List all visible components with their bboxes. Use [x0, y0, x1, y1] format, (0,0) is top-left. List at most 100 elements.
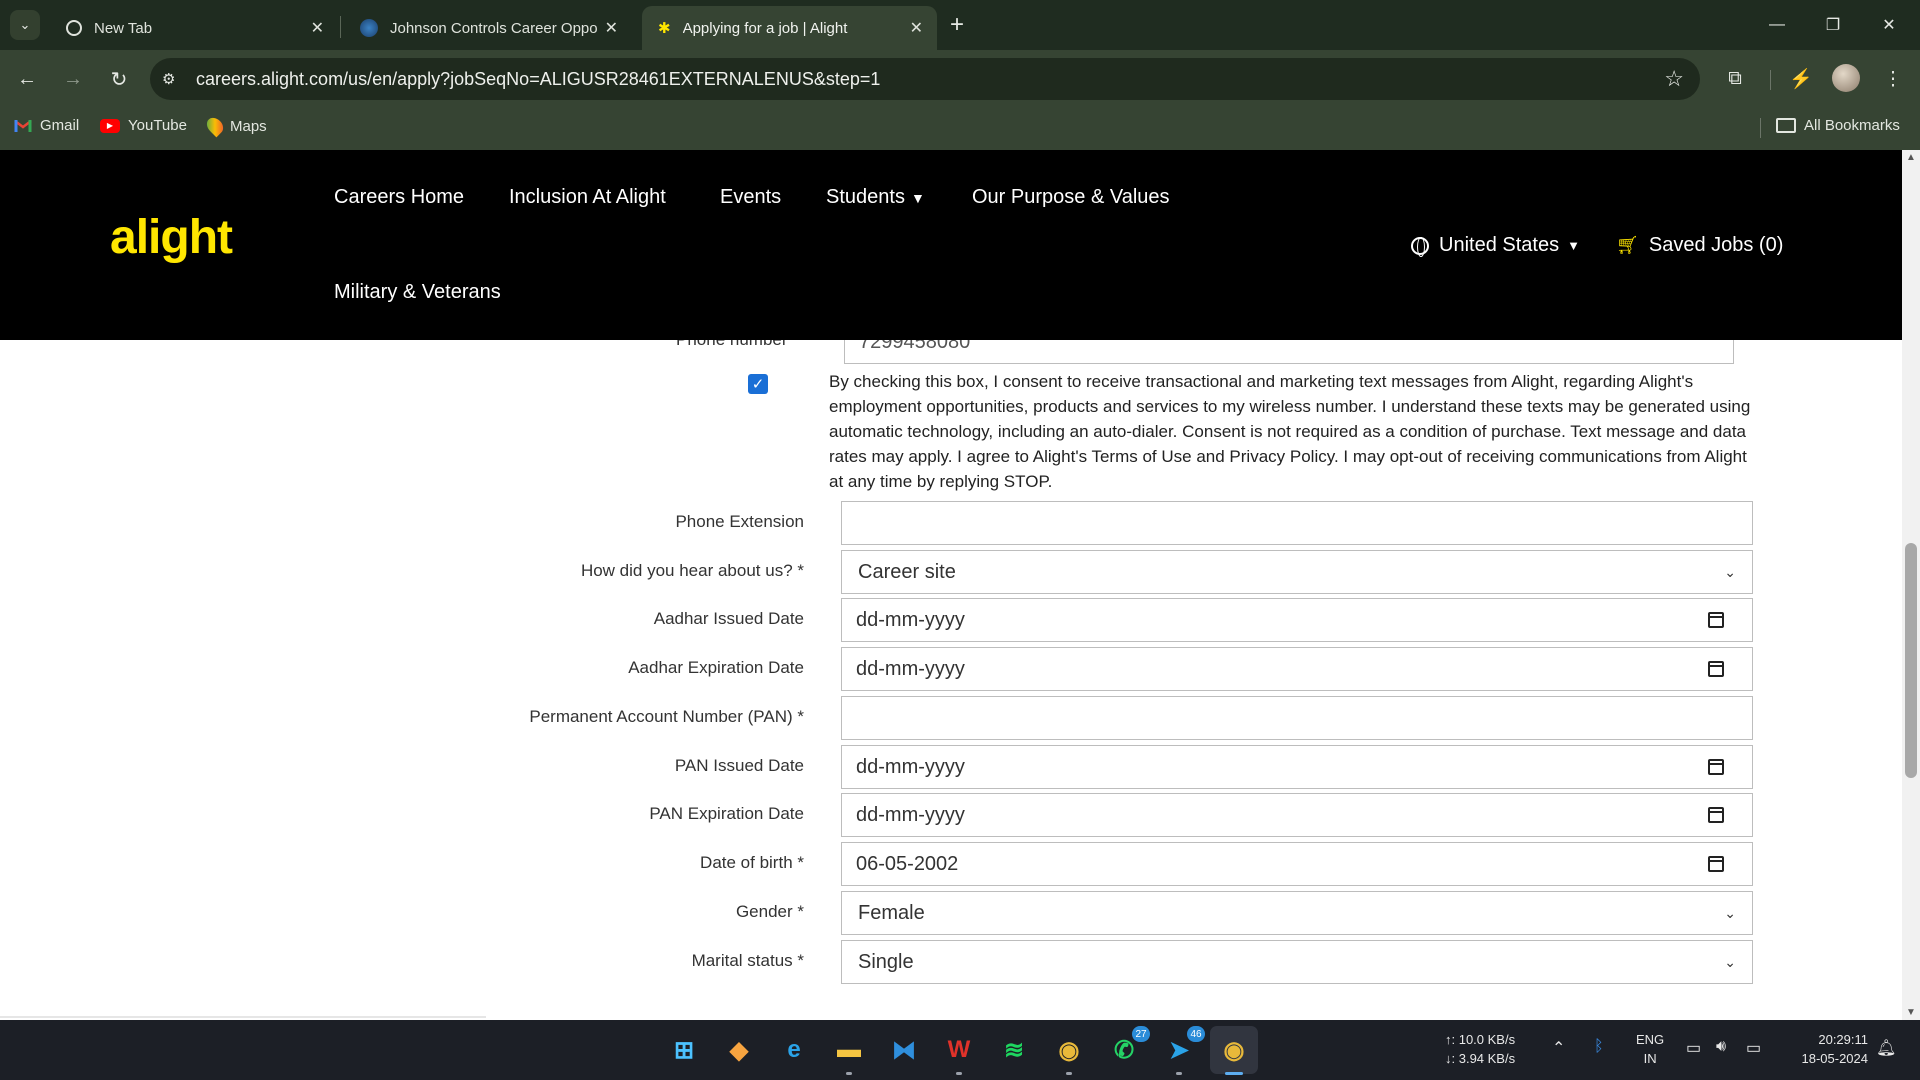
- new-tab-button[interactable]: +: [950, 12, 964, 38]
- reload-button[interactable]: ↻: [104, 64, 134, 94]
- phone-number-input[interactable]: 7299458080: [844, 340, 1734, 364]
- tab-johnson-controls[interactable]: Johnson Controls Career Oppor ✕: [344, 6, 632, 50]
- chrome-profile-icon: ◉: [1223, 1036, 1245, 1064]
- spotify-app[interactable]: ≋: [996, 1032, 1032, 1068]
- nav-careers-home[interactable]: Careers Home: [334, 186, 464, 209]
- chrome-icon: ◉: [1058, 1036, 1080, 1064]
- browser-toolbar: ← → ↻ ⚙ careers.alight.com/us/en/apply?j…: [0, 50, 1920, 106]
- tab-separator: [340, 16, 341, 38]
- calendar-icon[interactable]: [1708, 661, 1724, 677]
- network-icon[interactable]: ▭: [1686, 1038, 1701, 1058]
- volume-icon[interactable]: 🔊︎: [1716, 1038, 1726, 1056]
- restore-button[interactable]: ❐: [1810, 10, 1856, 40]
- tab-applying-alight[interactable]: ✱ Applying for a job | Alight ✕: [642, 6, 937, 50]
- notification-bell-icon[interactable]: 🔔︎: [1876, 1038, 1896, 1058]
- scroll-up-arrow[interactable]: ▲: [1902, 152, 1920, 163]
- extensions-icon[interactable]: ⧉: [1720, 64, 1750, 94]
- field-value: dd-mm-yyyy: [856, 803, 965, 826]
- field-value: Single: [858, 950, 914, 973]
- chevron-down-icon: ⌄: [1724, 563, 1736, 580]
- start-button[interactable]: ⊞: [666, 1032, 702, 1068]
- alight-logo[interactable]: alight: [110, 210, 233, 265]
- nav-inclusion[interactable]: Inclusion At Alight: [509, 186, 666, 209]
- globe-icon: [66, 20, 82, 36]
- calendar-icon[interactable]: [1708, 612, 1724, 628]
- chrome-app[interactable]: ◉: [1051, 1032, 1087, 1068]
- alight-favicon: ✱: [658, 20, 671, 37]
- nav-students-label: Students: [826, 186, 905, 208]
- notification-badge: 46: [1187, 1026, 1205, 1042]
- marital-status-select[interactable]: Single ⌄: [841, 940, 1753, 984]
- vscode-app[interactable]: ⧓: [886, 1032, 922, 1068]
- more-menu-icon[interactable]: ⋮: [1878, 64, 1908, 94]
- minimize-button[interactable]: —: [1754, 10, 1800, 40]
- field-value: Career site: [858, 560, 956, 583]
- referral-source-select[interactable]: Career site ⌄: [841, 550, 1753, 594]
- whatsapp-app[interactable]: ✆ 27: [1106, 1026, 1150, 1068]
- bookmark-gmail[interactable]: Gmail: [14, 117, 79, 134]
- calendar-icon[interactable]: [1708, 856, 1724, 872]
- calendar-icon[interactable]: [1708, 807, 1724, 823]
- marital-status-label: Marital status *: [691, 951, 804, 970]
- all-bookmarks-label: All Bookmarks: [1804, 117, 1900, 134]
- page-scrollbar[interactable]: ▲ ▼: [1902, 150, 1920, 1020]
- copilot-app[interactable]: ◆: [721, 1032, 757, 1068]
- pan-input[interactable]: [841, 696, 1753, 740]
- bookmark-label: Maps: [230, 117, 267, 135]
- tab-title: New Tab: [94, 19, 153, 37]
- phone-number-label: Phone number *: [676, 340, 799, 350]
- performance-icon[interactable]: ⚡: [1786, 64, 1816, 94]
- download-speed: ↓: 3.94 KB/s: [1445, 1051, 1516, 1066]
- scroll-down-arrow[interactable]: ▼: [1902, 1007, 1920, 1018]
- address-bar[interactable]: ⚙ careers.alight.com/us/en/apply?jobSeqN…: [150, 58, 1700, 100]
- forward-button[interactable]: →: [58, 64, 88, 94]
- calendar-icon[interactable]: [1708, 759, 1724, 775]
- date-of-birth-label: Date of birth *: [700, 853, 804, 872]
- tab-new-tab[interactable]: New Tab ✕: [50, 6, 338, 50]
- close-icon[interactable]: ✕: [605, 18, 618, 38]
- wps-office-icon: W: [947, 1036, 971, 1063]
- nav-purpose-values[interactable]: Our Purpose & Values: [972, 186, 1170, 209]
- nav-military-veterans[interactable]: Military & Veterans: [334, 281, 501, 304]
- bookmark-star-icon[interactable]: ☆: [1664, 66, 1684, 92]
- tab-search-button[interactable]: ⌄: [10, 10, 40, 40]
- field-value: dd-mm-yyyy: [856, 657, 965, 680]
- pan-issued-date-input[interactable]: dd-mm-yyyy: [841, 745, 1753, 789]
- nav-students[interactable]: Students ▼: [826, 186, 925, 209]
- all-bookmarks-button[interactable]: All Bookmarks: [1776, 117, 1900, 134]
- globe-icon: [1411, 236, 1429, 257]
- country-selector[interactable]: United States ▼: [1411, 234, 1580, 257]
- profile-avatar[interactable]: [1832, 64, 1860, 92]
- pan-expiration-date-input[interactable]: dd-mm-yyyy: [841, 793, 1753, 837]
- bluetooth-icon[interactable]: ᛒ: [1594, 1038, 1604, 1056]
- close-icon[interactable]: ✕: [311, 18, 324, 38]
- url-text[interactable]: careers.alight.com/us/en/apply?jobSeqNo=…: [196, 69, 880, 90]
- bookmark-maps[interactable]: Maps: [203, 114, 267, 138]
- chevron-down-icon: ⌄: [1724, 953, 1736, 970]
- edge-app[interactable]: e: [776, 1032, 812, 1068]
- site-info-icon[interactable]: ⚙: [162, 70, 192, 88]
- sms-consent-checkbox[interactable]: ✓: [748, 374, 768, 394]
- aadhar-issued-date-input[interactable]: dd-mm-yyyy: [841, 598, 1753, 642]
- bookmark-label: Gmail: [40, 117, 80, 134]
- telegram-app[interactable]: ➤ 46: [1161, 1026, 1205, 1068]
- wps-office-app[interactable]: W: [941, 1032, 977, 1068]
- bookmark-youtube[interactable]: ▶ YouTube: [100, 117, 187, 134]
- chrome-profile-app[interactable]: ◉: [1210, 1026, 1258, 1074]
- gender-select[interactable]: Female ⌄: [841, 891, 1753, 935]
- scrollbar-thumb[interactable]: [1905, 543, 1917, 778]
- running-indicator: [1225, 1072, 1243, 1075]
- back-button[interactable]: ←: [12, 64, 42, 94]
- clock[interactable]: 20:29:11 18-05-2024: [1788, 1030, 1869, 1068]
- close-window-button[interactable]: ✕: [1866, 10, 1912, 40]
- aadhar-expiration-date-input[interactable]: dd-mm-yyyy: [841, 647, 1753, 691]
- language-indicator[interactable]: ENG IN: [1636, 1030, 1664, 1068]
- saved-jobs-link[interactable]: 🛒︎ Saved Jobs (0): [1616, 234, 1783, 257]
- phone-extension-input[interactable]: [841, 501, 1753, 545]
- file-explorer-app[interactable]: ▬: [831, 1032, 867, 1068]
- battery-icon[interactable]: ▭: [1746, 1038, 1761, 1058]
- show-hidden-icons-icon[interactable]: ⌃: [1552, 1038, 1565, 1058]
- close-icon[interactable]: ✕: [910, 18, 923, 38]
- nav-events[interactable]: Events: [720, 186, 781, 209]
- date-of-birth-input[interactable]: 06-05-2002: [841, 842, 1753, 886]
